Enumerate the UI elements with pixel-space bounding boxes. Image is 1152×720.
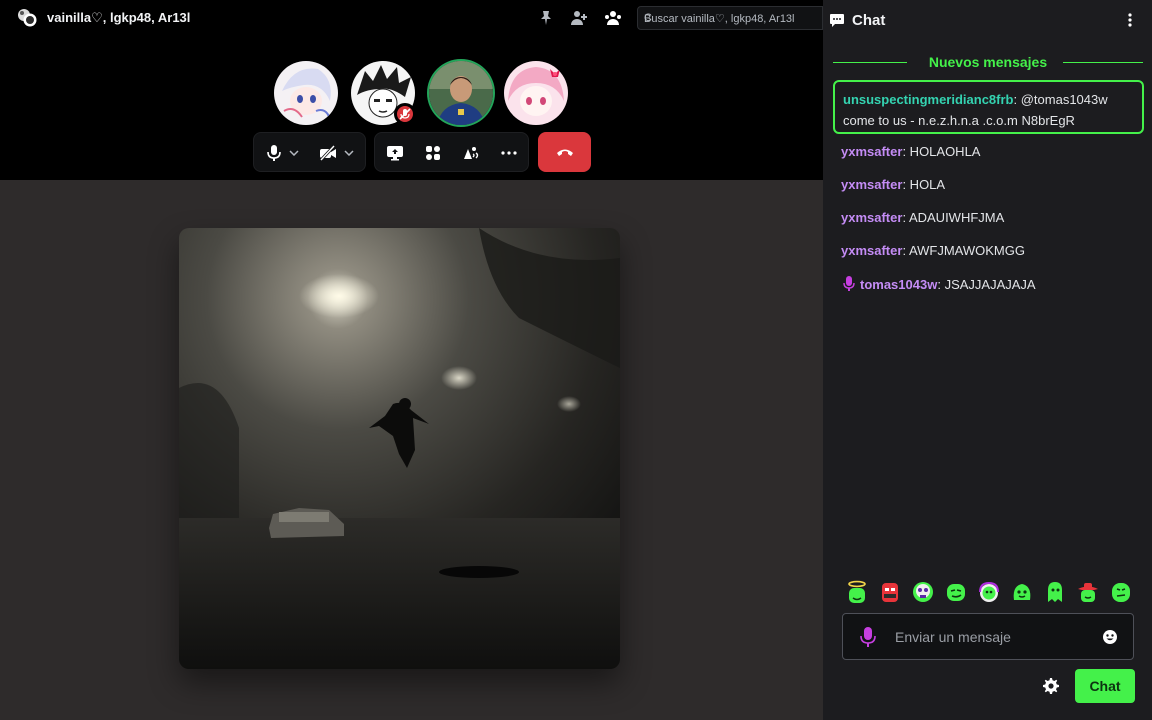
shared-image[interactable] bbox=[179, 228, 620, 669]
chat-message: yxmsafter: ADAUIWHFJMA bbox=[841, 210, 1005, 225]
message-text: ADAUIWHFJMA bbox=[906, 210, 1005, 225]
add-friend-icon bbox=[571, 11, 587, 25]
camera-options-button[interactable] bbox=[341, 141, 357, 165]
share-controls bbox=[374, 132, 529, 172]
message-text: AWFJMAWOKMGG bbox=[906, 243, 1025, 258]
microphone-options-button[interactable] bbox=[286, 141, 302, 165]
activities-button[interactable] bbox=[421, 141, 445, 165]
activities-icon bbox=[426, 146, 440, 160]
new-messages-divider: Nuevos mensajes bbox=[833, 52, 1143, 72]
members-icon bbox=[605, 11, 621, 25]
message-author[interactable]: tomas1043w bbox=[860, 277, 937, 292]
chevron-down-icon bbox=[344, 150, 354, 156]
photo-avatar-image bbox=[429, 61, 493, 125]
chat-input-box bbox=[842, 613, 1134, 660]
stream-stage bbox=[0, 180, 823, 720]
message-text: JSAJJAJAJAJA bbox=[940, 277, 1036, 292]
chat-message-input[interactable] bbox=[895, 627, 1095, 647]
voice-mic-icon[interactable] bbox=[860, 627, 876, 647]
headset-emote-icon[interactable] bbox=[977, 580, 1001, 604]
more-vertical-icon bbox=[1128, 13, 1132, 27]
foggy-night-street-image bbox=[179, 228, 620, 669]
sick-emote-icon[interactable] bbox=[1109, 580, 1133, 604]
search-input[interactable]: Buscar vainilla♡, lgkp48, Ar13l C bbox=[637, 6, 823, 30]
search-overflow-text: C bbox=[644, 12, 652, 24]
camera-button[interactable] bbox=[316, 141, 340, 165]
emote-bar bbox=[841, 580, 1141, 606]
soundboard-button[interactable] bbox=[459, 141, 483, 165]
message-text: HOLAOHLA bbox=[906, 144, 981, 159]
message-author[interactable]: yxmsafter bbox=[841, 243, 902, 258]
screen-share-icon bbox=[387, 146, 403, 161]
emoji-icon[interactable] bbox=[1102, 629, 1118, 645]
send-chat-button[interactable]: Chat bbox=[1075, 669, 1135, 703]
highlighted-message[interactable]: unsuspectingmeridianc8frb: @tomas1043w c… bbox=[833, 80, 1144, 134]
chat-bubble-icon bbox=[830, 14, 844, 27]
message-text: HOLA bbox=[906, 177, 946, 192]
pin-button[interactable] bbox=[536, 8, 556, 28]
chat-message: yxmsafter: HOLAOHLA bbox=[841, 144, 981, 159]
anime-avatar-image bbox=[274, 61, 338, 125]
audio-video-controls bbox=[253, 132, 366, 172]
skull-emote-icon[interactable] bbox=[911, 580, 935, 604]
microphone-icon bbox=[267, 145, 281, 161]
soundboard-icon bbox=[464, 147, 479, 159]
members-button[interactable] bbox=[603, 8, 623, 28]
blob-emote-icon[interactable] bbox=[1010, 580, 1034, 604]
group-dm-icon bbox=[18, 9, 37, 27]
disconnect-button[interactable] bbox=[538, 132, 591, 172]
message-author[interactable]: unsuspectingmeridianc8frb bbox=[843, 92, 1013, 107]
participant-avatar-1[interactable] bbox=[274, 61, 338, 125]
smirk-emote-icon[interactable] bbox=[944, 580, 968, 604]
hang-up-phone-icon bbox=[556, 149, 573, 156]
message-author[interactable]: yxmsafter bbox=[841, 144, 902, 159]
chat-header: Chat bbox=[823, 0, 1152, 40]
ghost-emote-icon[interactable] bbox=[1043, 580, 1067, 604]
new-messages-label: Nuevos mensajes bbox=[928, 54, 1048, 70]
participant-avatar-4[interactable] bbox=[504, 61, 568, 125]
microphone-button[interactable] bbox=[262, 141, 286, 165]
more-options-button[interactable] bbox=[497, 141, 521, 165]
chat-title: Chat bbox=[852, 12, 886, 29]
participant-avatar-3[interactable] bbox=[429, 61, 493, 125]
pin-icon bbox=[541, 11, 551, 25]
message-author[interactable]: yxmsafter bbox=[841, 210, 902, 225]
cowboy-emote-icon[interactable] bbox=[1076, 580, 1100, 604]
participant-avatars bbox=[274, 61, 574, 125]
call-title: vainilla♡, lgkp48, Ar13l bbox=[47, 10, 191, 25]
chat-menu-button[interactable] bbox=[1122, 11, 1138, 29]
mic-muted-icon bbox=[399, 108, 411, 120]
angel-emote-icon[interactable] bbox=[845, 580, 869, 604]
voice-call-area: vainilla♡, lgkp48, Ar13l Buscar vainilla… bbox=[0, 0, 823, 720]
mask-emote-icon[interactable] bbox=[878, 580, 902, 604]
settings-gear-icon[interactable] bbox=[1043, 678, 1059, 694]
more-horizontal-icon bbox=[501, 151, 517, 155]
message-author[interactable]: yxmsafter bbox=[841, 177, 902, 192]
muted-indicator bbox=[394, 103, 416, 125]
add-friend-button[interactable] bbox=[569, 8, 589, 28]
chat-message: yxmsafter: AWFJMAWOKMGG bbox=[841, 243, 1025, 258]
screen-share-button[interactable] bbox=[383, 141, 407, 165]
camera-off-icon bbox=[319, 145, 336, 161]
chat-message: yxmsafter: HOLA bbox=[841, 177, 946, 192]
chat-panel: Chat Nuevos mensajes unsuspectingmeridia… bbox=[823, 0, 1152, 720]
voice-mic-icon bbox=[843, 276, 855, 291]
chevron-down-icon bbox=[289, 150, 299, 156]
chat-message: tomas1043w: JSAJJAJAJAJA bbox=[843, 276, 1036, 292]
pink-anime-avatar-image bbox=[504, 61, 568, 125]
call-header: vainilla♡, lgkp48, Ar13l Buscar vainilla… bbox=[0, 0, 823, 36]
